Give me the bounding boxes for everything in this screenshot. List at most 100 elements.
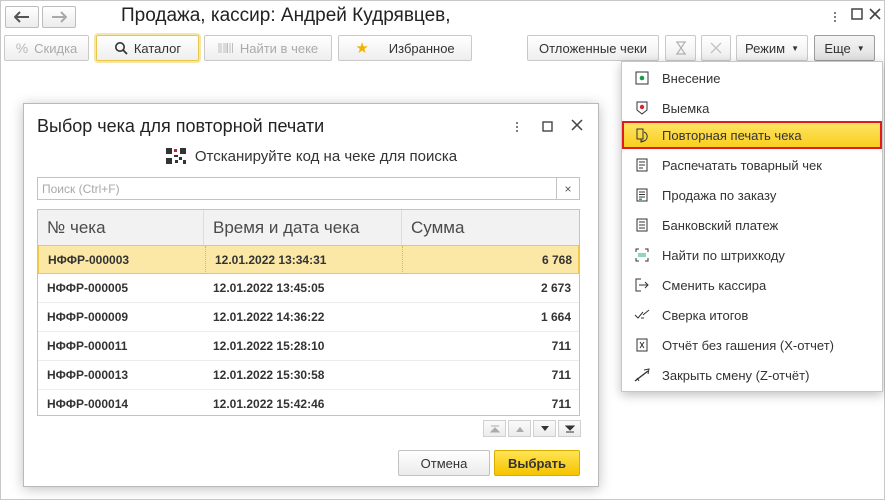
page-first-button[interactable] <box>483 420 506 437</box>
cancel-icon <box>710 42 722 54</box>
menu-item-label: Повторная печать чека <box>662 127 802 143</box>
menu-item-close-shift[interactable]: Закрыть смену (Z-отчёт) <box>622 360 882 390</box>
arrow-right-icon <box>51 11 67 23</box>
dialog-more-icon[interactable] <box>512 119 522 135</box>
menu-item-order[interactable]: Продажа по заказу <box>622 180 882 210</box>
cell-datetime: 12.01.2022 13:34:31 <box>205 246 403 274</box>
menu-item-label: Банковский платеж <box>662 217 779 233</box>
down-icon <box>540 425 550 432</box>
dialog-maximize-icon[interactable] <box>542 120 553 135</box>
discount-button[interactable]: % Скидка <box>4 35 89 61</box>
cell-sum: 711 <box>551 339 571 353</box>
cell-datetime: 12.01.2022 14:36:22 <box>213 310 325 324</box>
menu-item-reprint[interactable]: Повторная печать чека <box>622 121 882 149</box>
hourglass-icon <box>675 41 687 55</box>
menu-item-bank-payment[interactable]: Банковский платеж <box>622 210 882 240</box>
column-header-datetime[interactable]: Время и дата чека <box>204 210 402 245</box>
chevron-down-icon: ▼ <box>856 43 865 53</box>
find-in-receipt-label: Найти в чеке <box>239 40 319 56</box>
table-row[interactable]: НФФР-000014 12.01.2022 15:42:46 711 <box>38 390 579 415</box>
catalog-button[interactable]: Каталог <box>96 35 199 61</box>
favorites-button[interactable]: ★ Избранное <box>338 35 472 61</box>
menu-item-label: Сменить кассира <box>662 277 767 293</box>
search-clear-button[interactable]: × <box>556 178 579 199</box>
dialog-title: Выбор чека для повторной печати <box>37 116 325 136</box>
reprint-icon <box>622 127 662 143</box>
search-input[interactable] <box>38 178 546 199</box>
favorites-label: Избранное <box>388 40 455 56</box>
barcode-icon <box>218 42 234 54</box>
menu-item-label: Распечатать товарный чек <box>662 157 822 173</box>
scan-hint-text: Отсканируйте код на чеке для поиска <box>194 147 458 165</box>
more-dropdown-menu: Внесение Выемка Повторная печать чека Распе… <box>621 61 883 392</box>
deferred-receipts-label: Отложенные чеки <box>538 40 648 56</box>
sales-receipt-icon <box>622 158 662 172</box>
order-icon <box>622 188 662 202</box>
dialog-close-icon[interactable] <box>571 119 583 134</box>
bank-payment-icon <box>622 218 662 232</box>
scan-hint: Отсканируйте код на чеке для поиска <box>24 147 598 165</box>
menu-item-label: Продажа по заказу <box>662 187 777 203</box>
discount-label: Скидка <box>34 40 78 56</box>
table-row[interactable]: НФФР-000003 12.01.2022 13:34:31 6 768 <box>38 245 579 274</box>
menu-item-reconciliation[interactable]: Сверка итогов <box>622 300 882 330</box>
more-button[interactable]: Еще ▼ <box>814 35 875 61</box>
search-icon <box>114 41 128 55</box>
double-up-icon <box>489 425 500 433</box>
cancel-x-button[interactable] <box>701 35 731 61</box>
hourglass-button[interactable] <box>665 35 696 61</box>
menu-item-change-cashier[interactable]: Сменить кассира <box>622 270 882 300</box>
column-header-number[interactable]: № чека <box>38 210 204 245</box>
search-field[interactable]: × <box>37 177 580 200</box>
forward-button[interactable] <box>42 6 76 28</box>
select-button[interactable]: Выбрать <box>494 450 580 476</box>
x-report-icon <box>622 338 662 352</box>
mode-button[interactable]: Режим ▼ <box>736 35 808 61</box>
chevron-down-icon: ▼ <box>791 43 799 53</box>
menu-item-label: Выемка <box>662 100 710 116</box>
cancel-button[interactable]: Отмена <box>398 450 490 476</box>
table-row[interactable]: НФФР-000011 12.01.2022 15:28:10 711 <box>38 332 579 361</box>
menu-item-sales-receipt[interactable]: Распечатать товарный чек <box>622 150 882 180</box>
menu-item-deposit[interactable]: Внесение <box>622 63 882 93</box>
cell-datetime: 12.01.2022 15:28:10 <box>213 339 325 353</box>
withdrawal-icon <box>622 101 662 115</box>
cell-receipt-number: НФФР-000013 <box>47 368 129 382</box>
table-row[interactable]: НФФР-000013 12.01.2022 15:30:58 711 <box>38 361 579 390</box>
mode-label: Режим <box>744 40 786 56</box>
page-down-button[interactable] <box>533 420 556 437</box>
table-row[interactable]: НФФР-000005 12.01.2022 13:45:05 2 673 <box>38 274 579 303</box>
percent-icon: % <box>15 40 29 56</box>
column-header-sum[interactable]: Сумма <box>402 210 579 245</box>
maximize-icon[interactable] <box>851 8 863 23</box>
barcode-scan-icon <box>622 248 662 262</box>
cell-datetime: 12.01.2022 15:30:58 <box>213 368 325 382</box>
back-button[interactable] <box>5 6 39 28</box>
up-icon <box>515 426 525 432</box>
star-icon: ★ <box>355 40 369 57</box>
cell-sum: 711 <box>551 368 571 382</box>
catalog-label: Каталог <box>133 40 182 56</box>
more-label: Еще <box>824 40 851 56</box>
cell-receipt-number: НФФР-000003 <box>48 253 130 267</box>
deferred-receipts-button[interactable]: Отложенные чеки <box>527 35 659 61</box>
find-in-receipt-button[interactable]: Найти в чеке <box>204 35 332 61</box>
change-cashier-icon <box>622 278 662 292</box>
table-header: № чека Время и дата чека Сумма <box>38 210 579 246</box>
cell-sum: 6 768 <box>541 253 572 267</box>
reconciliation-icon <box>622 309 662 321</box>
reprint-dialog: Выбор чека для повторной печати Отсканир… <box>23 103 599 487</box>
close-icon[interactable] <box>869 8 881 23</box>
menu-item-barcode-scan[interactable]: Найти по штрихкоду <box>622 240 882 270</box>
menu-item-withdrawal[interactable]: Выемка <box>622 93 882 123</box>
arrow-left-icon <box>14 11 30 23</box>
page-last-button[interactable] <box>558 420 581 437</box>
page-up-button[interactable] <box>508 420 531 437</box>
cell-receipt-number: НФФР-000014 <box>47 397 129 411</box>
table-row[interactable]: НФФР-000009 12.01.2022 14:36:22 1 664 <box>38 303 579 332</box>
menu-item-x-report[interactable]: Отчёт без гашения (X-отчет) <box>622 330 882 360</box>
more-vertical-icon[interactable] <box>830 9 840 25</box>
menu-item-label: Отчёт без гашения (X-отчет) <box>662 337 834 353</box>
cell-datetime: 12.01.2022 13:45:05 <box>213 281 325 295</box>
menu-item-label: Найти по штрихкоду <box>662 247 785 263</box>
